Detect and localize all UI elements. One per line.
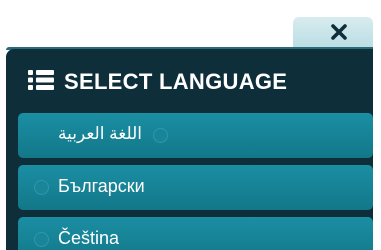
language-option-bulgarian[interactable]: Български [18,165,373,210]
close-button[interactable] [293,17,373,49]
language-option-czech[interactable]: Čeština [18,217,373,250]
language-option-arabic[interactable]: اللغة العربية [18,113,373,158]
language-panel: SELECT LANGUAGE اللغة العربية Български … [6,49,373,250]
panel-title: SELECT LANGUAGE [64,69,288,94]
language-dialog: SELECT LANGUAGE اللغة العربية Български … [0,0,381,250]
radio-icon[interactable] [34,232,49,247]
radio-icon[interactable] [34,180,49,195]
radio-icon[interactable] [153,128,168,143]
language-label: Čeština [58,228,120,248]
language-label: Български [58,176,145,196]
list-icon [28,70,54,90]
close-icon [331,24,347,40]
language-label: اللغة العربية [58,124,143,143]
panel-header: SELECT LANGUAGE [6,49,373,113]
